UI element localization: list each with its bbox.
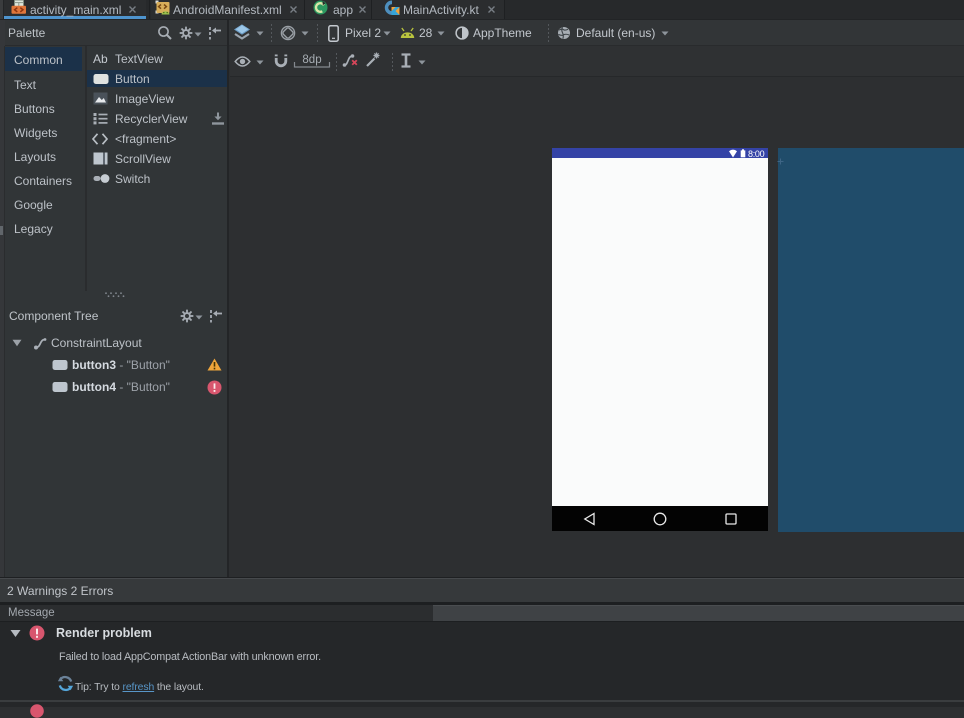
svg-text:8dp: 8dp (302, 54, 321, 66)
